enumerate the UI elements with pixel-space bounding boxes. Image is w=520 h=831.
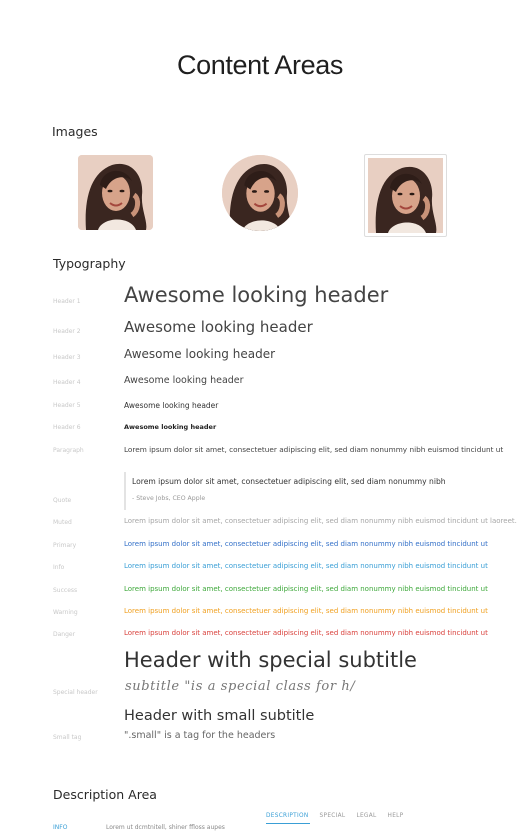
header-6-sample: Awesome looking header (124, 423, 217, 431)
special-subtitle: subtitle "is a special class for h/ (125, 679, 356, 694)
paragraph-label: Paragraph (53, 447, 84, 454)
primary-text: Lorem ipsum dolor sit amet, consectetuer… (124, 540, 488, 548)
info-text: Lorem ipsum dolor sit amet, consectetuer… (124, 562, 488, 570)
active-tab-indicator (266, 823, 310, 824)
header-5-sample: Awesome looking header (124, 401, 219, 410)
description-tabs: DESCRIPTION SPECIAL LEGAL HELP (266, 813, 403, 819)
tab-special[interactable]: SPECIAL (320, 813, 346, 819)
header-2-sample: Awesome looking header (124, 318, 313, 336)
header-1-label: Header 1 (53, 298, 81, 305)
tab-help[interactable]: HELP (388, 813, 404, 819)
images-section-title: Images (52, 124, 98, 139)
header-1-sample: Awesome looking header (124, 283, 389, 307)
special-header: Header with special subtitle (124, 648, 417, 672)
circle-avatar-image (222, 155, 298, 231)
header-4-label: Header 4 (53, 379, 81, 386)
header-4-sample: Awesome looking header (124, 375, 244, 386)
warning-label: Warning (53, 609, 78, 616)
danger-text: Lorem ipsum dolor sit amet, consectetuer… (124, 629, 488, 637)
success-label: Success (53, 587, 78, 594)
header-5-label: Header 5 (53, 402, 81, 409)
paragraph-sample: Lorem ipsum dolor sit amet, consectetuer… (124, 445, 504, 454)
primary-label: Primary (53, 542, 77, 549)
muted-label: Muted (53, 519, 72, 526)
small-header: Header with small subtitle (124, 708, 315, 724)
header-3-label: Header 3 (53, 354, 81, 361)
description-section-title: Description Area (53, 787, 157, 802)
page-title: Content Areas (177, 50, 343, 80)
header-2-label: Header 2 (53, 328, 81, 335)
muted-text: Lorem ipsum dolor sit amet, consectetuer… (124, 517, 517, 525)
quote-citation: - Steve Jobs, CEO Apple (132, 495, 206, 502)
info-label: Info (53, 564, 65, 571)
small-tag-label: Small tag (53, 734, 82, 741)
small-tag-note: ".small" is a tag for the headers (124, 730, 276, 741)
header-3-sample: Awesome looking header (124, 347, 276, 361)
tab-legal[interactable]: LEGAL (356, 813, 376, 819)
rounded-avatar-image (78, 155, 153, 230)
tab-description[interactable]: DESCRIPTION (266, 813, 309, 819)
thumbnail-avatar-image (364, 154, 447, 237)
special-header-label: Special header (53, 689, 98, 696)
typography-section-title: Typography (53, 256, 126, 271)
quote-label: Quote (53, 497, 72, 504)
header-6-label: Header 6 (53, 424, 81, 431)
danger-label: Danger (53, 631, 76, 638)
success-text: Lorem ipsum dolor sit amet, consectetuer… (124, 585, 488, 593)
quote-text: Lorem ipsum dolor sit amet, consectetuer… (132, 477, 446, 486)
warning-text: Lorem ipsum dolor sit amet, consectetuer… (124, 607, 488, 615)
